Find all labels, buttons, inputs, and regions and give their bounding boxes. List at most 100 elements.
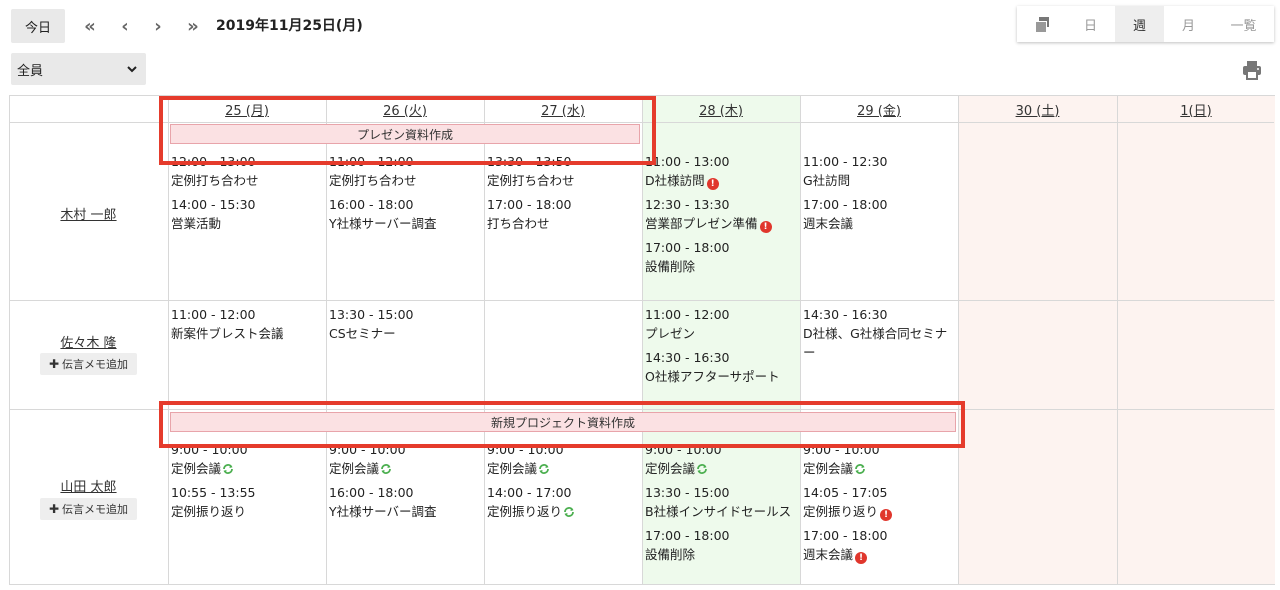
- event-item[interactable]: 11:00 - 13:00 D社様訪問!: [645, 152, 730, 190]
- event-title: 新案件ブレスト会議: [171, 326, 284, 341]
- day-header[interactable]: 27 (水): [484, 96, 642, 122]
- event-title: 定例打ち合わせ: [171, 173, 259, 188]
- event-item[interactable]: 9:00 - 10:00 定例会議: [645, 440, 722, 478]
- event-title: 打ち合わせ: [487, 216, 550, 231]
- grid-divider: [1117, 96, 1118, 584]
- add-memo-button[interactable]: ✚ 伝言メモ追加: [40, 353, 137, 375]
- event-title: 営業部プレゼン準備!: [645, 214, 772, 233]
- event-title: 週末会議!: [803, 545, 888, 564]
- grid-divider: [10, 300, 1274, 301]
- grid-divider: [326, 96, 327, 584]
- day-header[interactable]: 26 (火): [326, 96, 484, 122]
- day-header[interactable]: 29 (金): [800, 96, 958, 122]
- event-time: 17:00 - 18:00: [487, 197, 572, 212]
- event-item[interactable]: 12:00 - 13:00 定例打ち合わせ: [171, 152, 259, 190]
- event-title: Y社様サーバー調査: [329, 504, 437, 519]
- event-time: 14:05 - 17:05: [803, 485, 888, 500]
- repeat-icon: [564, 507, 574, 517]
- member-name[interactable]: 山田 太郎: [10, 476, 167, 495]
- grid-divider: [484, 96, 485, 584]
- day-header[interactable]: 1(日): [1117, 96, 1275, 122]
- member-name[interactable]: 木村 一郎: [10, 204, 167, 223]
- event-title: D社様、G社様合同セミナー: [803, 326, 948, 360]
- event-title: Y社様サーバー調査: [329, 216, 437, 231]
- member-filter-select[interactable]: 全員: [11, 53, 146, 85]
- event-item[interactable]: 11:00 - 12:00 新案件ブレスト会議: [171, 305, 284, 343]
- chevron-down-icon: [127, 65, 137, 72]
- event-item[interactable]: 14:30 - 16:30 D社様、G社様合同セミナー: [803, 305, 953, 362]
- event-item[interactable]: 13:30 - 15:00 B社様インサイドセールス: [645, 483, 791, 521]
- event-title: 設備削除: [645, 547, 696, 562]
- next-week-icon[interactable]: »: [182, 14, 204, 38]
- day-header[interactable]: 28 (木): [642, 96, 800, 122]
- event-item[interactable]: 9:00 - 10:00 定例会議: [487, 440, 564, 478]
- event-item[interactable]: 16:00 - 18:00 Y社様サーバー調査: [329, 483, 437, 521]
- event-time: 14:30 - 16:30: [803, 307, 888, 322]
- day-header[interactable]: 25 (月): [168, 96, 326, 122]
- event-time: 17:00 - 18:00: [645, 240, 730, 255]
- event-item[interactable]: 9:00 - 10:00 定例会議: [803, 440, 880, 478]
- view-week-button[interactable]: 週: [1115, 6, 1164, 42]
- event-title: 定例会議: [803, 459, 880, 478]
- view-month-button[interactable]: 月: [1164, 6, 1213, 42]
- next-day-icon[interactable]: ›: [147, 14, 169, 38]
- event-time: 14:00 - 17:00: [487, 485, 572, 500]
- today-button[interactable]: 今日: [11, 9, 65, 43]
- event-item[interactable]: 14:00 - 17:00 定例振り返り: [487, 483, 575, 521]
- event-time: 11:00 - 12:00: [171, 307, 256, 322]
- event-item[interactable]: 17:00 - 18:00 打ち合わせ: [487, 195, 572, 233]
- event-item[interactable]: 14:30 - 16:30 O社様アフターサポート: [645, 348, 780, 386]
- event-time: 9:00 - 10:00: [171, 442, 248, 457]
- add-memo-label: 伝言メモ追加: [62, 358, 129, 371]
- alert-icon: !: [759, 221, 772, 233]
- prev-day-icon[interactable]: ‹: [114, 14, 136, 38]
- week-calendar-grid: 25 (月) 26 (火) 27 (水) 28 (木) 29 (金) 30 (土) 1(日)…: [9, 95, 1275, 585]
- repeat-icon: [381, 464, 391, 474]
- event-item[interactable]: 11:00 - 12:00 定例打ち合わせ: [329, 152, 417, 190]
- event-item[interactable]: 12:30 - 13:30 営業部プレゼン準備!: [645, 195, 772, 233]
- current-date: 2019年11月25日(月): [216, 18, 363, 34]
- plus-icon: ✚: [48, 357, 60, 371]
- grid-divider: [10, 409, 1274, 410]
- event-title: O社様アフターサポート: [645, 369, 780, 384]
- event-title: 定例会議: [171, 459, 248, 478]
- view-list-button[interactable]: 一覧: [1213, 6, 1274, 42]
- event-item[interactable]: 10:55 - 13:55 定例振り返り: [171, 483, 256, 521]
- event-item[interactable]: 17:00 - 18:00 週末会議: [803, 195, 888, 233]
- event-item[interactable]: 13:30 - 13:50 定例打ち合わせ: [487, 152, 575, 190]
- event-time: 11:00 - 13:00: [645, 154, 730, 169]
- member-name[interactable]: 佐々木 隆: [10, 332, 167, 351]
- event-item[interactable]: 16:00 - 18:00 Y社様サーバー調査: [329, 195, 437, 233]
- event-item[interactable]: 17:00 - 18:00 設備削除: [645, 238, 730, 276]
- add-memo-button[interactable]: ✚ 伝言メモ追加: [40, 498, 137, 520]
- multi-day-event-banner[interactable]: 新規プロジェクト資料作成: [170, 412, 956, 432]
- event-item[interactable]: 11:00 - 12:30 G社訪問: [803, 152, 888, 190]
- event-time: 11:00 - 12:00: [645, 307, 730, 322]
- event-title: B社様インサイドセールス: [645, 504, 792, 519]
- print-icon[interactable]: [1241, 59, 1263, 81]
- event-title: プレゼン: [645, 326, 696, 341]
- copy-icon: [1034, 17, 1049, 33]
- event-item[interactable]: 9:00 - 10:00 定例会議: [171, 440, 248, 478]
- event-time: 13:30 - 15:00: [329, 307, 414, 322]
- event-title: 定例会議: [487, 459, 564, 478]
- day-header[interactable]: 30 (土): [958, 96, 1117, 122]
- event-item[interactable]: 13:30 - 15:00 CSセミナー: [329, 305, 414, 343]
- event-time: 16:00 - 18:00: [329, 197, 414, 212]
- event-time: 12:30 - 13:30: [645, 197, 730, 212]
- event-item[interactable]: 14:00 - 15:30 営業活動: [171, 195, 256, 233]
- multi-view-button[interactable]: [1017, 6, 1066, 42]
- event-item[interactable]: 9:00 - 10:00 定例会議: [329, 440, 406, 478]
- multi-day-event-banner[interactable]: プレゼン資料作成: [170, 124, 640, 144]
- event-item[interactable]: 17:00 - 18:00 設備削除: [645, 526, 730, 564]
- alert-icon: !: [706, 178, 719, 190]
- grid-divider: [958, 96, 959, 584]
- view-day-button[interactable]: 日: [1066, 6, 1115, 42]
- event-time: 9:00 - 10:00: [329, 442, 406, 457]
- event-item[interactable]: 11:00 - 12:00 プレゼン: [645, 305, 730, 343]
- event-title: 定例会議: [329, 459, 406, 478]
- prev-week-icon[interactable]: «: [79, 14, 101, 38]
- event-item[interactable]: 14:05 - 17:05 定例振り返り!: [803, 483, 893, 521]
- event-item[interactable]: 17:00 - 18:00 週末会議!: [803, 526, 888, 564]
- repeat-icon: [539, 464, 549, 474]
